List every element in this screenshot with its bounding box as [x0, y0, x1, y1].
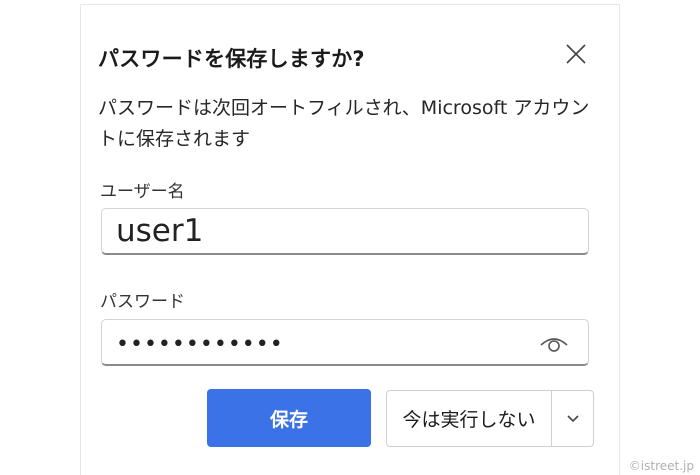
dialog-title: パスワードを保存しますか? [98, 47, 365, 71]
username-label: ユーザー名 [100, 182, 185, 202]
dialog-description: パスワードは次回オートフィルされ、Microsoft アカウントに保存されます [98, 97, 590, 150]
watermark: ©istreet.jp [628, 459, 694, 473]
close-icon [566, 44, 586, 64]
more-options-dropdown[interactable] [552, 391, 593, 446]
password-label: パスワード [100, 292, 185, 312]
not-now-button[interactable]: 今は実行しない [387, 391, 552, 446]
username-input[interactable] [116, 209, 536, 253]
not-now-split-button: 今は実行しない [386, 390, 594, 447]
save-button[interactable]: 保存 [207, 389, 371, 447]
close-button[interactable] [561, 39, 591, 69]
chevron-down-icon [566, 414, 579, 422]
username-field[interactable] [101, 208, 589, 255]
password-field[interactable] [101, 319, 589, 366]
eye-icon[interactable] [538, 332, 570, 354]
save-password-dialog: パスワードを保存しますか? パスワードは次回オートフィルされ、Microsoft… [80, 4, 620, 475]
password-input[interactable] [116, 322, 536, 366]
